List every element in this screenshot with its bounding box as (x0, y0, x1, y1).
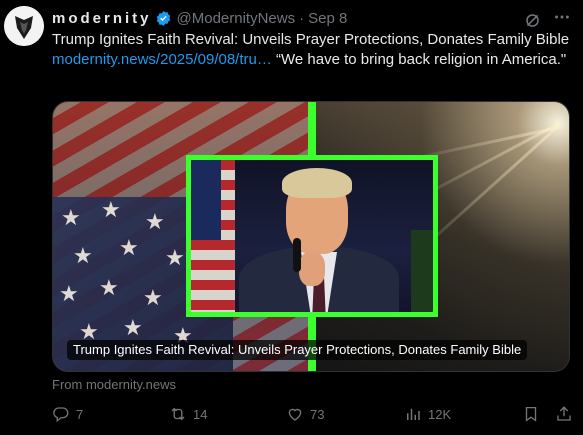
author-handle[interactable]: @ModernityNews (177, 10, 296, 27)
link-card[interactable]: ★ ★ ★ ★ ★ ★ ★ ★ ★ ★ ★ ★ Trump Ignites Fa… (52, 101, 570, 372)
card-image: ★ ★ ★ ★ ★ ★ ★ ★ ★ ★ ★ ★ (53, 102, 569, 371)
tweet-header: modernity @ModernityNews · Sep 8 (52, 8, 571, 28)
reply-count: 7 (76, 406, 84, 422)
modernity-logo-icon (4, 6, 44, 46)
share-icon (557, 406, 571, 421)
views-icon (407, 408, 420, 420)
speaker-photo (186, 155, 438, 317)
verified-badge-icon (155, 10, 172, 27)
views-button[interactable]: 12K (404, 405, 451, 423)
reply-button[interactable]: 7 (52, 405, 83, 423)
repost-button[interactable]: 14 (169, 405, 207, 423)
bookmark-icon (525, 406, 537, 422)
microphone-icon (293, 238, 301, 272)
action-bar: 7 14 73 12K (52, 405, 575, 425)
repost-icon (171, 407, 185, 421)
tweet-text-after: “We have to bring back religion in Ameri… (271, 51, 567, 68)
tweet-text: Trump Ignites Faith Revival: Unveils Pra… (52, 30, 572, 70)
card-source[interactable]: From modernity.news (52, 377, 176, 393)
like-count: 73 (310, 406, 325, 422)
like-button[interactable]: 73 (286, 405, 324, 423)
repost-count: 14 (193, 406, 208, 422)
tweet-text-before: Trump Ignites Faith Revival: Unveils Pra… (52, 31, 570, 48)
more-icon[interactable] (553, 8, 571, 32)
tweet-link[interactable]: modernity.news/2025/09/08/tru… (52, 51, 272, 68)
grok-icon[interactable] (524, 12, 541, 29)
heart-icon (288, 408, 302, 421)
share-button[interactable] (555, 405, 573, 423)
card-caption: Trump Ignites Faith Revival: Unveils Pra… (67, 340, 528, 360)
avatar[interactable] (4, 6, 44, 46)
bookmark-button[interactable] (522, 405, 540, 423)
views-count: 12K (428, 406, 452, 422)
separator-dot: · (299, 9, 305, 27)
tweet-date[interactable]: Sep 8 (308, 10, 347, 27)
reply-icon (53, 407, 69, 423)
author-display-name[interactable]: modernity (52, 10, 152, 27)
header-icons (524, 8, 571, 32)
